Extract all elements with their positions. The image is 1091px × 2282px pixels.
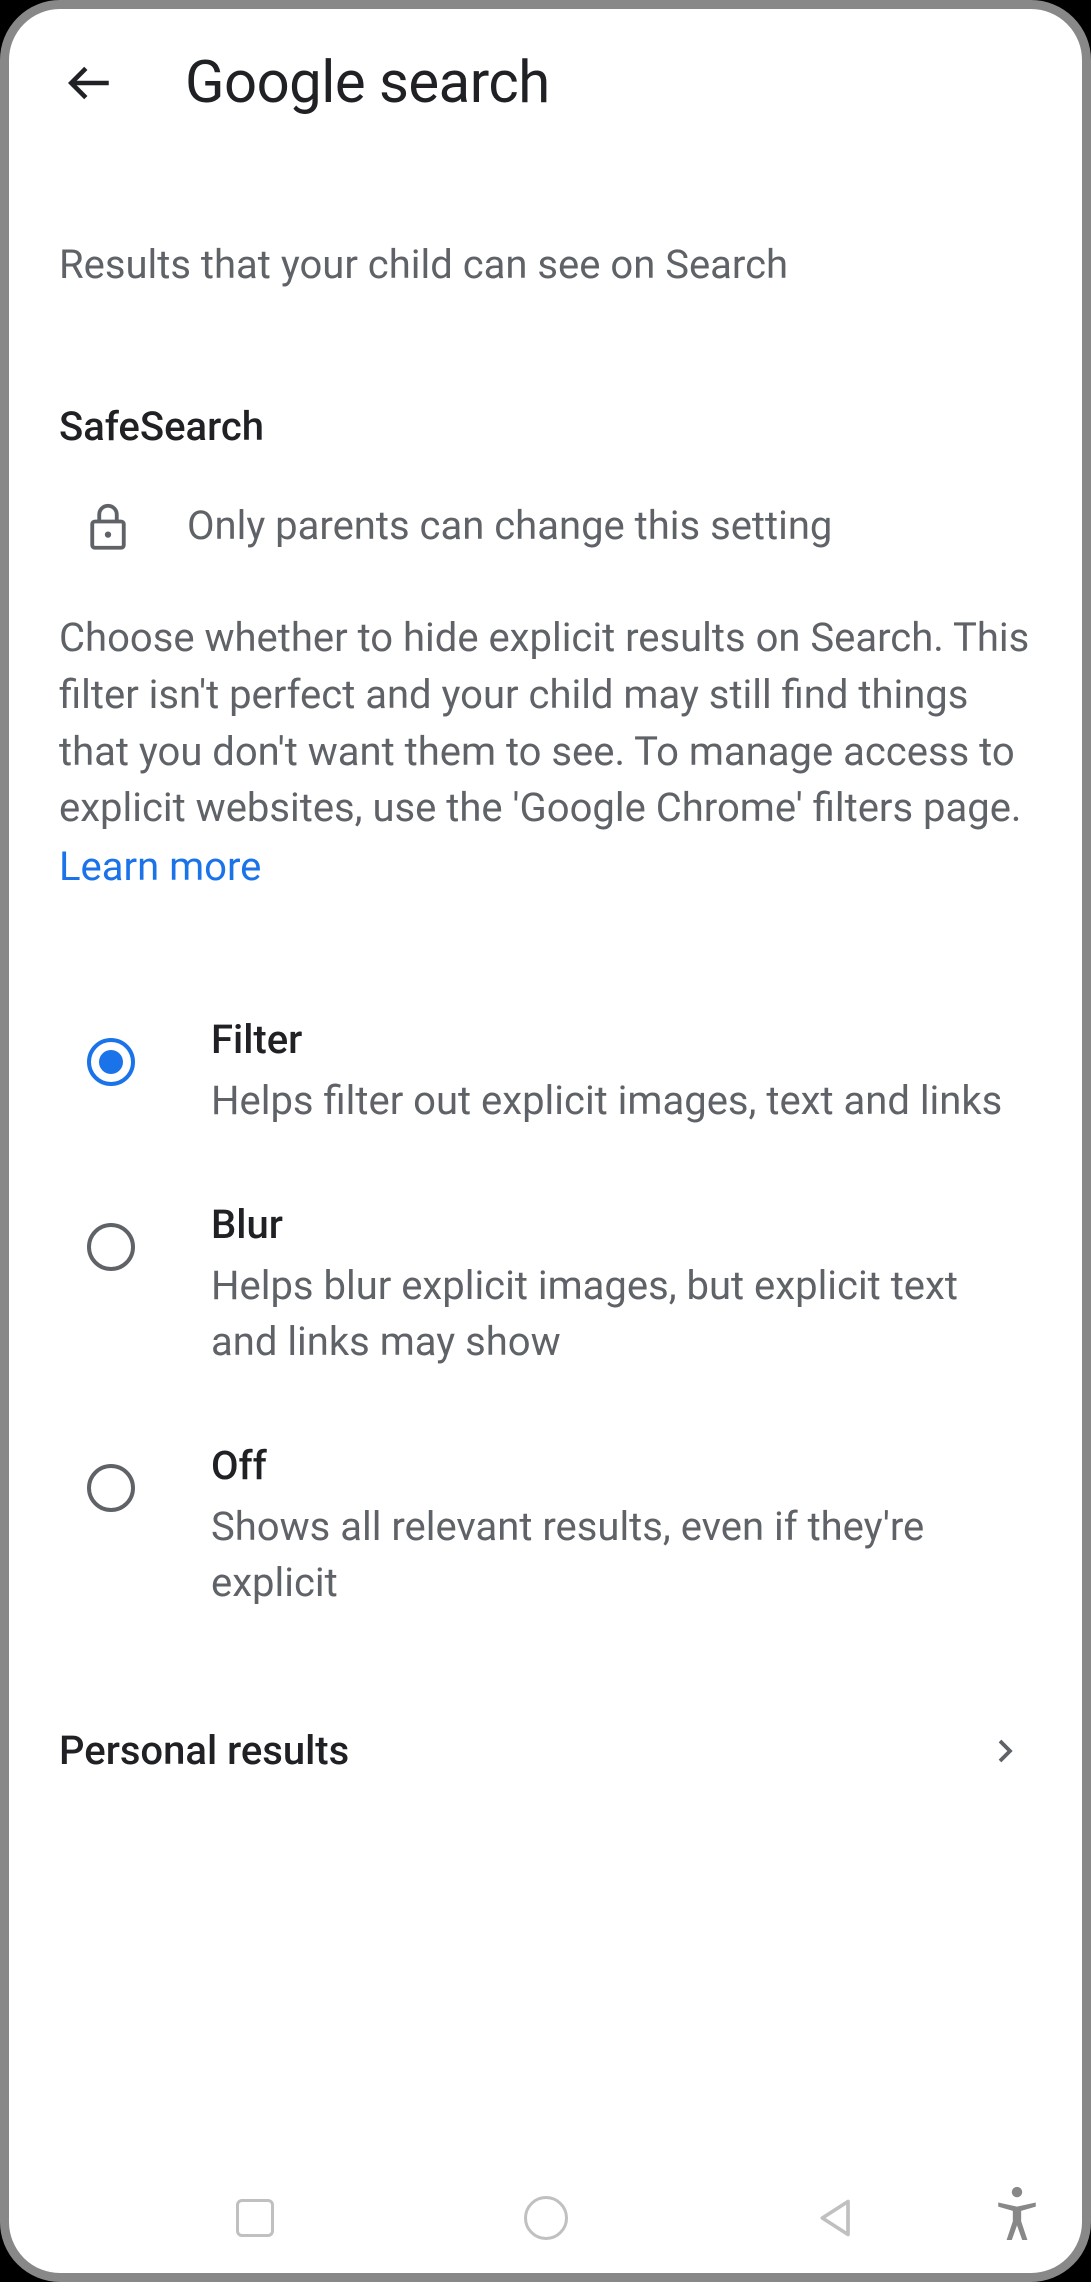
learn-more-link[interactable]: Learn more <box>59 843 261 890</box>
chevron-right-icon <box>990 1736 1020 1766</box>
circle-icon <box>524 2196 568 2240</box>
lock-notice: Only parents can change this setting <box>59 500 1032 550</box>
personal-results-label: Personal results <box>59 1727 349 1774</box>
safesearch-heading: SafeSearch <box>59 403 1032 450</box>
page-title: Google search <box>185 49 550 117</box>
back-button[interactable] <box>65 58 115 108</box>
radio-icon <box>87 1038 135 1086</box>
triangle-left-icon <box>815 2196 859 2240</box>
radio-description: Helps blur explicit images, but explicit… <box>211 1258 1032 1370</box>
radio-text: Blur Helps blur explicit images, but exp… <box>211 1201 1032 1370</box>
radio-description: Shows all relevant results, even if they… <box>211 1499 1032 1611</box>
page-subtitle: Results that your child can see on Searc… <box>59 237 1032 293</box>
safesearch-option-off[interactable]: Off Shows all relevant results, even if … <box>59 1406 1032 1647</box>
radio-title: Off <box>211 1442 1032 1489</box>
accessibility-button[interactable] <box>992 2185 1042 2245</box>
app-header: Google search <box>9 9 1082 147</box>
lock-icon <box>87 500 129 550</box>
content-area: Results that your child can see on Searc… <box>9 147 1082 2163</box>
personal-results-row[interactable]: Personal results <box>59 1677 1032 1804</box>
lock-notice-text: Only parents can change this setting <box>187 502 832 549</box>
safesearch-description: Choose whether to hide explicit results … <box>59 610 1032 837</box>
radio-icon <box>87 1464 135 1512</box>
recent-apps-button[interactable] <box>230 2193 280 2243</box>
system-nav-bar <box>9 2163 1082 2273</box>
radio-description: Helps filter out explicit images, text a… <box>211 1073 1032 1129</box>
safesearch-option-filter[interactable]: Filter Helps filter out explicit images,… <box>59 980 1032 1165</box>
device-frame: Google search Results that your child ca… <box>0 0 1091 2282</box>
radio-text: Filter Helps filter out explicit images,… <box>211 1016 1032 1129</box>
radio-text: Off Shows all relevant results, even if … <box>211 1442 1032 1611</box>
square-icon <box>236 2199 274 2237</box>
accessibility-icon <box>992 2185 1042 2245</box>
safesearch-option-blur[interactable]: Blur Helps blur explicit images, but exp… <box>59 1165 1032 1406</box>
arrow-left-icon <box>65 58 115 108</box>
radio-title: Filter <box>211 1016 1032 1063</box>
home-button[interactable] <box>521 2193 571 2243</box>
back-nav-button[interactable] <box>812 2193 862 2243</box>
radio-icon <box>87 1223 135 1271</box>
radio-title: Blur <box>211 1201 1032 1248</box>
